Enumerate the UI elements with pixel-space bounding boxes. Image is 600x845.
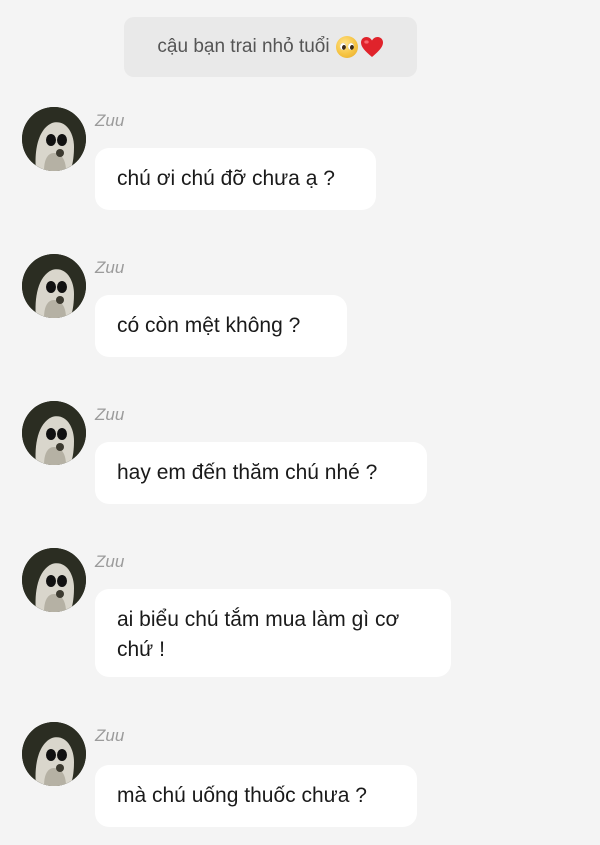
avatar[interactable] [22, 401, 86, 465]
red-heart-icon [360, 37, 383, 57]
sender-name: Zuu [95, 552, 125, 571]
ghost-avatar-icon [22, 254, 86, 318]
ghost-avatar-icon [22, 107, 86, 171]
avatar[interactable] [22, 722, 86, 786]
ghost-avatar-icon [22, 722, 86, 786]
conversation-header: cậu bạn trai nhỏ tuổi [124, 17, 417, 77]
avatar[interactable] [22, 254, 86, 318]
sender-name: Zuu [95, 258, 125, 277]
message-bubble[interactable]: chú ơi chú đỡ chưa ạ ? [95, 148, 376, 210]
message-bubble[interactable]: ai biểu chú tắm mua làm gì cơ chứ ! [95, 589, 451, 677]
ghost-avatar-icon [22, 401, 86, 465]
conversation-title: cậu bạn trai nhỏ tuổi [157, 36, 330, 57]
message-bubble[interactable]: có còn mệt không ? [95, 295, 347, 357]
sender-name: Zuu [95, 111, 125, 130]
ghost-avatar-icon [22, 548, 86, 612]
message-bubble[interactable]: hay em đến thăm chú nhé ? [95, 442, 427, 504]
avatar[interactable] [22, 548, 86, 612]
sender-name: Zuu [95, 726, 125, 745]
pleading-face-emoji [335, 36, 358, 58]
message-bubble[interactable]: mà chú uống thuốc chưa ? [95, 765, 417, 827]
sender-name: Zuu [95, 405, 125, 424]
avatar[interactable] [22, 107, 86, 171]
